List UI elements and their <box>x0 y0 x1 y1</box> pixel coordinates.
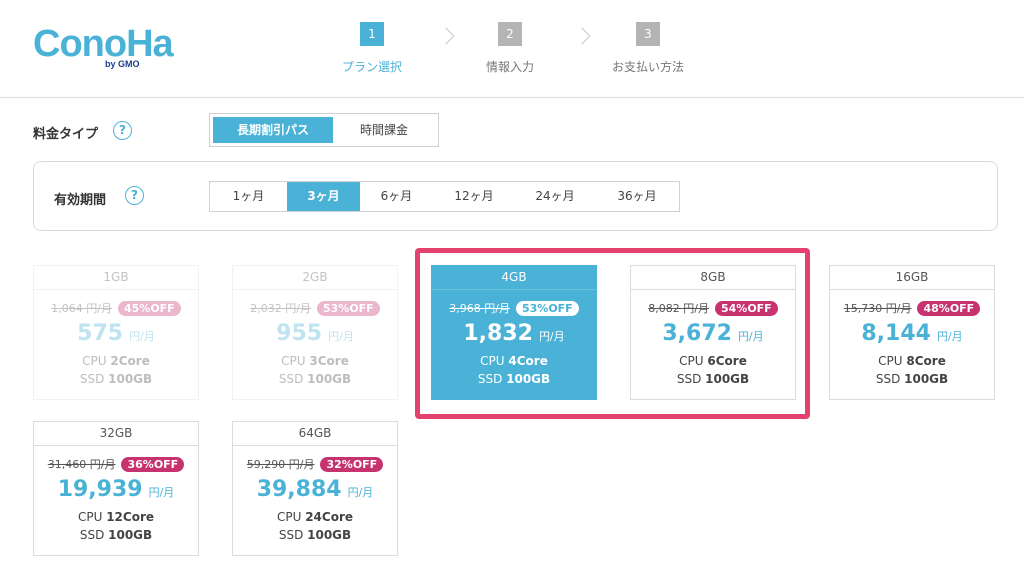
step-1-number: 1 <box>360 22 384 46</box>
cpu-spec: CPU 24Core <box>233 508 397 526</box>
plan-price: 955 円/月 <box>233 321 397 349</box>
ssd-spec: SSD 100GB <box>34 526 198 544</box>
price-unit: 円/月 <box>148 486 175 499</box>
price-unit: 円/月 <box>936 330 963 343</box>
ssd-spec: SSD 100GB <box>233 370 397 388</box>
ssd-label: SSD <box>278 372 308 386</box>
plan-name: 1GB <box>34 266 198 290</box>
cpu-label: CPU <box>77 510 107 524</box>
period-option-12m[interactable]: 12ヶ月 <box>433 182 515 211</box>
cpu-label: CPU <box>276 510 306 524</box>
ssd-value: 100GB <box>904 372 949 386</box>
cpu-value: 24Core <box>305 510 354 524</box>
plan-card-2gb[interactable]: 2GB 2,032 円/月 53%OFF 955 円/月 CPU 3Core SSD… <box>232 265 398 400</box>
ssd-spec: SSD 100GB <box>830 370 994 388</box>
cpu-spec: CPU 8Core <box>830 352 994 370</box>
discount-badge: 53%OFF <box>316 300 380 316</box>
period-option-1m[interactable]: 1ヶ月 <box>210 182 287 211</box>
cpu-spec: CPU 12Core <box>34 508 198 526</box>
original-price: 1,064 円/月 <box>51 302 112 315</box>
question-circle-icon[interactable]: ? <box>113 121 132 140</box>
pricing-type-option-hourly[interactable]: 時間課金 <box>333 117 435 143</box>
ssd-label: SSD <box>79 372 109 386</box>
step-indicator: 1 プラン選択 2 情報入力 3 お支払い方法 <box>0 22 1024 82</box>
highlight-frame <box>415 248 810 419</box>
price-value: 575 <box>77 321 124 346</box>
pricing-type-label: 料金タイプ <box>33 127 99 142</box>
pricing-type-option-long-term[interactable]: 長期割引パス <box>213 117 333 143</box>
ssd-value: 100GB <box>307 372 352 386</box>
ssd-value: 100GB <box>307 528 352 542</box>
ssd-value: 100GB <box>108 372 153 386</box>
ssd-spec: SSD 100GB <box>34 370 198 388</box>
price-value: 955 <box>276 321 323 346</box>
cpu-value: 3Core <box>309 354 349 368</box>
plan-name: 16GB <box>830 266 994 290</box>
price-value: 39,884 <box>256 477 342 502</box>
cpu-spec: CPU 2Core <box>34 352 198 370</box>
step-1: 1 プラン選択 <box>312 22 432 75</box>
plan-name: 2GB <box>233 266 397 290</box>
ssd-label: SSD <box>79 528 109 542</box>
period-option-3m[interactable]: 3ヶ月 <box>287 182 360 211</box>
cpu-label: CPU <box>82 354 111 368</box>
period-label: 有効期間 <box>54 193 107 208</box>
cpu-value: 8Core <box>906 354 946 368</box>
discount-badge: 36%OFF <box>121 456 185 472</box>
plan-card-16gb[interactable]: 16GB 15,730 円/月 48%OFF 8,144 円/月 CPU 8Core… <box>829 265 995 400</box>
price-unit: 円/月 <box>347 486 374 499</box>
price-unit: 円/月 <box>129 330 155 343</box>
plan-card-32gb[interactable]: 32GB 31,460 円/月 36%OFF 19,939 円/月 CPU 12Co… <box>33 421 199 556</box>
price-value: 8,144 <box>861 321 931 346</box>
ssd-label: SSD <box>278 528 308 542</box>
plan-name: 32GB <box>34 422 198 446</box>
period-option-36m[interactable]: 36ヶ月 <box>595 182 679 211</box>
plan-name: 64GB <box>233 422 397 446</box>
pricing-type-selector: 長期割引パス 時間課金 <box>209 113 439 147</box>
step-3: 3 お支払い方法 <box>588 22 708 75</box>
ssd-value: 100GB <box>108 528 153 542</box>
plan-card-64gb[interactable]: 64GB 59,290 円/月 32%OFF 39,884 円/月 CPU 24Co… <box>232 421 398 556</box>
cpu-spec: CPU 3Core <box>233 352 397 370</box>
header: ConoHa by GMO 1 プラン選択 2 情報入力 3 お支払い方法 <box>0 0 1024 98</box>
discount-badge: 48%OFF <box>917 300 981 316</box>
period-selector: 1ヶ月 3ヶ月 6ヶ月 12ヶ月 24ヶ月 36ヶ月 <box>209 181 680 212</box>
plan-card-1gb[interactable]: 1GB 1,064 円/月 45%OFF 575 円/月 CPU 2Core SSD… <box>33 265 199 400</box>
period-option-24m[interactable]: 24ヶ月 <box>515 182 595 211</box>
step-2-number: 2 <box>498 22 522 46</box>
plan-price: 39,884 円/月 <box>233 477 397 505</box>
step-2: 2 情報入力 <box>450 22 570 75</box>
step-1-label: プラン選択 <box>341 60 402 74</box>
step-3-label: お支払い方法 <box>611 60 684 74</box>
step-2-label: 情報入力 <box>485 60 534 74</box>
cpu-value: 2Core <box>110 354 150 368</box>
step-3-number: 3 <box>636 22 660 46</box>
plan-price: 575 円/月 <box>34 321 198 349</box>
period-option-6m[interactable]: 6ヶ月 <box>360 182 433 211</box>
original-price: 31,460 円/月 <box>47 458 116 471</box>
plan-price: 19,939 円/月 <box>34 477 198 505</box>
discount-badge: 45%OFF <box>117 300 181 316</box>
plan-price: 8,144 円/月 <box>830 321 994 349</box>
price-unit: 円/月 <box>328 330 354 343</box>
cpu-label: CPU <box>878 354 907 368</box>
question-circle-icon[interactable]: ? <box>125 186 144 205</box>
cpu-label: CPU <box>281 354 310 368</box>
original-price: 15,730 円/月 <box>843 302 912 315</box>
ssd-label: SSD <box>875 372 905 386</box>
ssd-spec: SSD 100GB <box>233 526 397 544</box>
cpu-value: 12Core <box>106 510 155 524</box>
discount-badge: 32%OFF <box>320 456 384 472</box>
original-price: 59,290 円/月 <box>246 458 315 471</box>
price-value: 19,939 <box>57 477 143 502</box>
original-price: 2,032 円/月 <box>250 302 311 315</box>
